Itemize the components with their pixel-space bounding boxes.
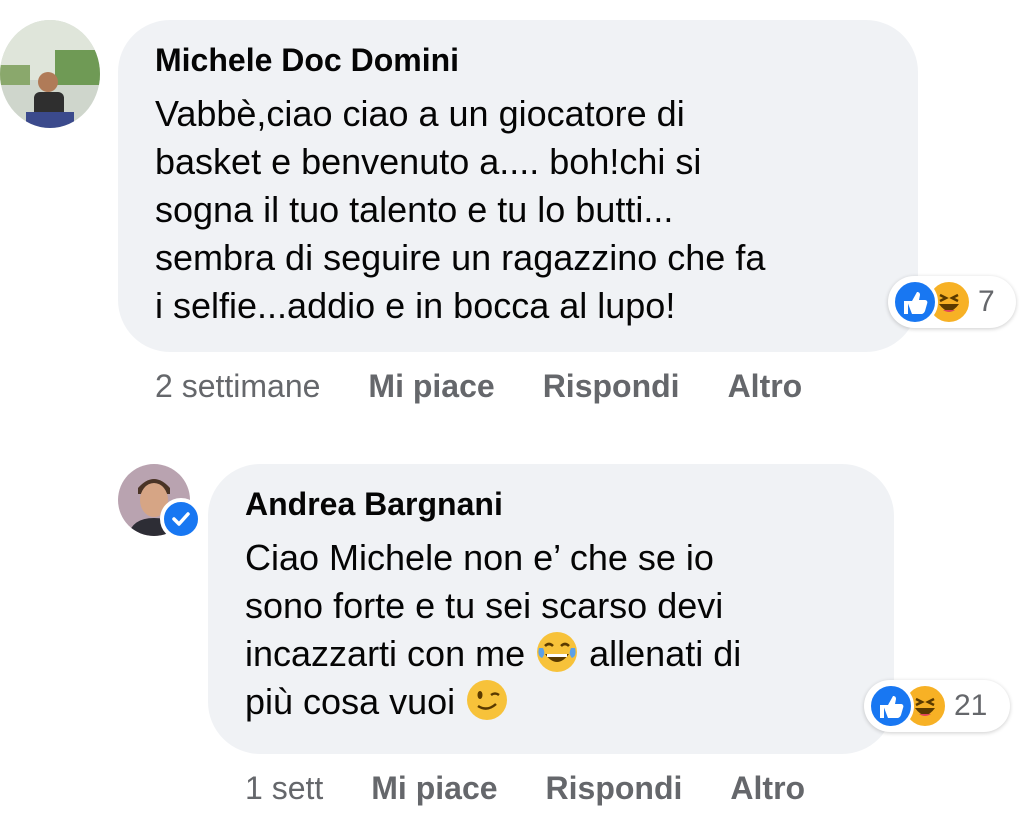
avatar[interactable] (0, 20, 100, 128)
comment-timestamp[interactable]: 1 sett (245, 770, 323, 807)
comment-line: i selfie...addio e in bocca al lupo! (155, 285, 676, 326)
comment-bubble: Andrea Bargnani Ciao Michele non e’ che … (208, 464, 894, 754)
reply-button[interactable]: Rispondi (546, 770, 683, 807)
comment-line-part: allenati di (589, 633, 742, 674)
tears-of-joy-emoji-icon (535, 630, 579, 674)
more-button[interactable]: Altro (730, 770, 805, 807)
like-icon (892, 279, 938, 325)
more-button[interactable]: Altro (728, 368, 803, 405)
comment-line-part: più cosa vuoi (245, 681, 456, 722)
like-button[interactable]: Mi piace (368, 368, 494, 405)
reaction-summary[interactable]: 7 (888, 276, 1016, 328)
comment-bubble: Michele Doc Domini Vabbè,ciao ciao a un … (118, 20, 918, 352)
comment-line: più cosa vuoi (245, 678, 864, 726)
reaction-count: 7 (978, 285, 995, 318)
wink-emoji-icon (465, 678, 509, 722)
comment-author[interactable]: Michele Doc Domini (155, 40, 882, 80)
reply-button[interactable]: Rispondi (543, 368, 680, 405)
comment-text: Vabbè,ciao ciao a un giocatore di basket… (155, 90, 882, 330)
comment-line: Vabbè,ciao ciao a un giocatore di (155, 93, 685, 134)
reaction-count: 21 (954, 689, 988, 722)
comment-author[interactable]: Andrea Bargnani (245, 484, 864, 524)
comment-line: Ciao Michele non e’ che se io (245, 537, 714, 578)
comment-line: sono forte e tu sei scarso devi (245, 585, 724, 626)
comment-line: incazzarti con me allenati di (245, 630, 864, 678)
comment-actions: 2 settimane Mi piace Rispondi Altro (155, 366, 802, 406)
comment-line: sembra di seguire un ragazzino che fa (155, 237, 766, 278)
comment-line: basket e benvenuto a.... boh!chi si (155, 141, 702, 182)
comment-timestamp[interactable]: 2 settimane (155, 368, 320, 405)
verified-badge-icon (160, 498, 202, 540)
reaction-summary[interactable]: 21 (864, 680, 1010, 732)
comment-line-part: incazzarti con me (245, 633, 526, 674)
comment-text: Ciao Michele non e’ che se io sono forte… (245, 534, 864, 726)
comment-actions: 1 sett Mi piace Rispondi Altro (245, 768, 805, 808)
like-button[interactable]: Mi piace (371, 770, 497, 807)
comment-line: sogna il tuo talento e tu lo butti... (155, 189, 674, 230)
like-icon (868, 683, 914, 729)
